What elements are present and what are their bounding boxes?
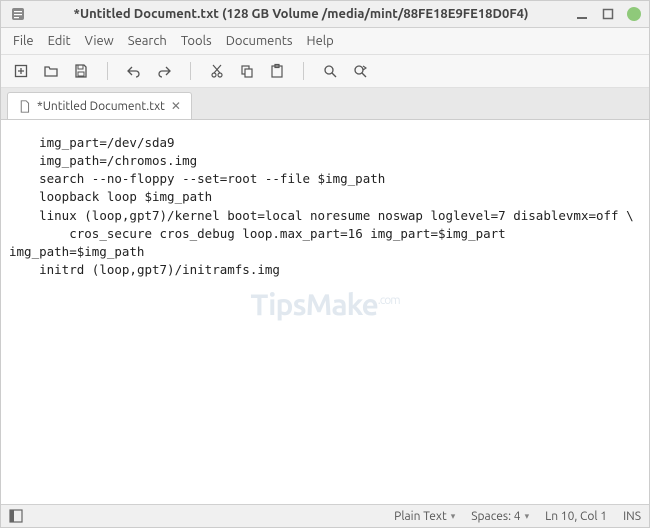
menu-view[interactable]: View [85,34,114,48]
toolbar-separator [190,62,191,80]
redo-button[interactable] [154,61,174,81]
tabbar: *Untitled Document.txt ✕ [1,88,649,120]
minimize-button[interactable] [575,7,589,21]
toolbar-separator [107,62,108,80]
window-controls [575,7,641,21]
menu-help[interactable]: Help [307,34,334,48]
toolbar [1,55,649,88]
menu-file[interactable]: File [13,34,34,48]
toolbar-separator [303,62,304,80]
statusbar: Plain Text Spaces: 4 Ln 10, Col 1 INS [1,504,649,527]
new-document-button[interactable] [11,61,31,81]
maximize-button[interactable] [601,7,615,21]
tab-close-button[interactable]: ✕ [171,99,181,113]
text-editor[interactable]: img_part=/dev/sda9 img_path=/chromos.img… [1,120,649,504]
menubar: File Edit View Search Tools Documents He… [1,28,649,55]
cursor-position: Ln 10, Col 1 [545,510,607,523]
menu-tools[interactable]: Tools [181,34,212,48]
document-icon [18,100,31,113]
window-title: *Untitled Document.txt (128 GB Volume /m… [33,7,569,21]
copy-button[interactable] [237,61,257,81]
search-button[interactable] [320,61,340,81]
app-icon [9,5,27,23]
paste-button[interactable] [267,61,287,81]
tab-label: *Untitled Document.txt [37,100,165,113]
save-button[interactable] [71,61,91,81]
open-button[interactable] [41,61,61,81]
application-window: *Untitled Document.txt (128 GB Volume /m… [0,0,650,528]
side-panel-toggle[interactable] [9,509,23,523]
close-button[interactable] [627,7,641,21]
syntax-selector[interactable]: Plain Text [394,510,455,523]
editor-content[interactable]: img_part=/dev/sda9 img_path=/chromos.img… [9,134,641,279]
menu-documents[interactable]: Documents [226,34,293,48]
menu-edit[interactable]: Edit [48,34,71,48]
indent-selector[interactable]: Spaces: 4 [471,510,529,523]
insert-mode[interactable]: INS [623,510,641,523]
replace-button[interactable] [350,61,370,81]
watermark: TipsMake.com [250,287,399,321]
cut-button[interactable] [207,61,227,81]
menu-search[interactable]: Search [128,34,167,48]
titlebar: *Untitled Document.txt (128 GB Volume /m… [1,1,649,28]
document-tab[interactable]: *Untitled Document.txt ✕ [7,92,192,119]
undo-button[interactable] [124,61,144,81]
